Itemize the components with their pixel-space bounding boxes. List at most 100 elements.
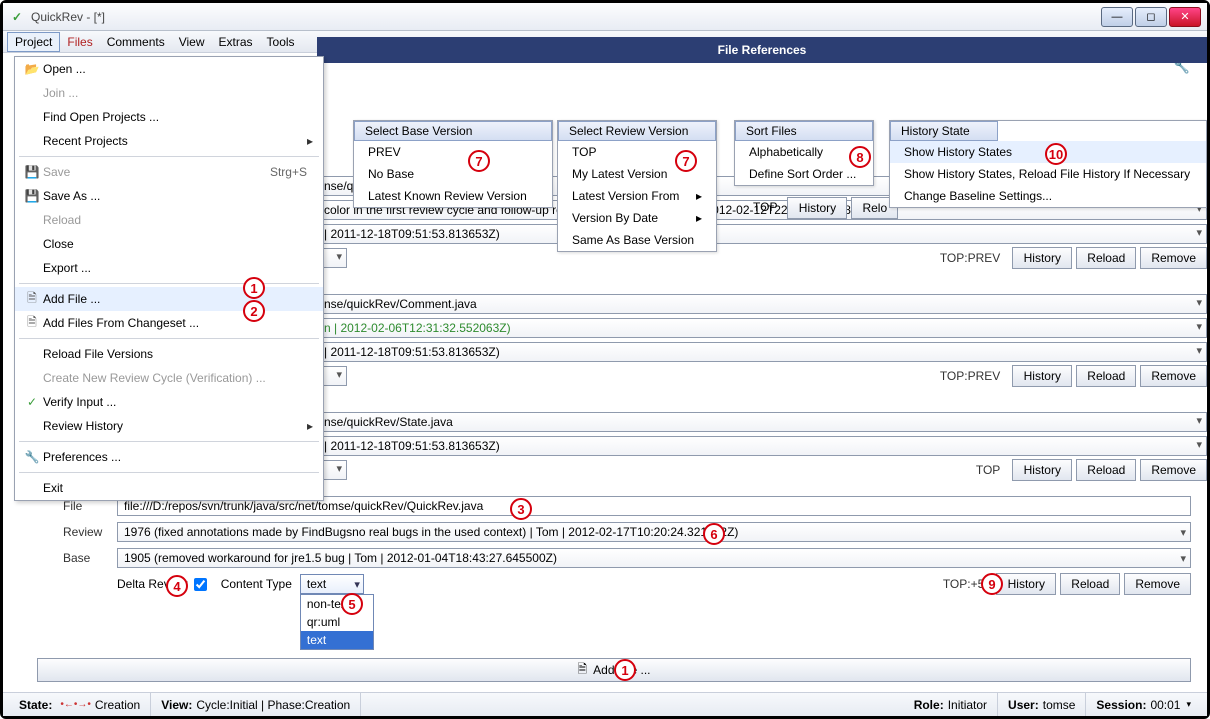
status-user: User:tomse: [998, 693, 1086, 716]
menu-reload-file-versions[interactable]: Reload File Versions: [15, 342, 323, 366]
chevron-right-icon: ▸: [696, 211, 702, 225]
chevron-down-icon[interactable]: ▾: [1186, 699, 1191, 710]
file-label: File: [63, 499, 117, 513]
documents-icon: 🗎: [21, 313, 43, 334]
menu-reload: Reload: [15, 208, 323, 232]
show-history-reload[interactable]: Show History States, Reload File History…: [890, 163, 1206, 185]
review-select[interactable]: 1976 (fixed annotations made by FindBugs…: [117, 522, 1191, 542]
history-state-popup: History State Show History States Show H…: [889, 120, 1207, 208]
sort-files-header[interactable]: Sort Files: [735, 121, 873, 141]
menu-comments[interactable]: Comments: [100, 33, 172, 51]
base-combo[interactable]: | 2011-12-18T09:51:53.813653Z): [317, 342, 1207, 362]
menu-preferences[interactable]: 🔧Preferences ...: [15, 445, 323, 469]
menu-view[interactable]: View: [172, 33, 212, 51]
file-block: nse/quickRev/Comment.java n | 2012-02-06…: [317, 293, 1207, 387]
file-path-combo[interactable]: nse/quickRev/Comment.java: [317, 294, 1207, 314]
change-baseline-settings[interactable]: Change Baseline Settings...: [890, 185, 1206, 207]
menu-recent-projects[interactable]: Recent Projects▸: [15, 129, 323, 153]
minimize-button[interactable]: —: [1101, 7, 1133, 27]
remove-button[interactable]: Remove: [1124, 573, 1191, 595]
base-latest-known[interactable]: Latest Known Review Version: [354, 185, 552, 207]
chevron-right-icon: ▸: [301, 134, 313, 148]
menu-save-as[interactable]: 💾Save As ...: [15, 184, 323, 208]
delta-review-checkbox[interactable]: [194, 578, 207, 591]
menu-add-files-changeset[interactable]: 🗎Add Files From Changeset ...: [15, 311, 323, 335]
status-bar: State:•←•→•Creation View:Cycle:Initial |…: [3, 692, 1207, 716]
select-base-version-header[interactable]: Select Base Version: [354, 121, 552, 141]
file-references-label: File References: [718, 43, 807, 57]
content-type-label: Content Type: [221, 577, 292, 591]
menu-files[interactable]: Files: [60, 33, 99, 51]
review-label: Review: [63, 525, 117, 539]
file-path-combo[interactable]: nse/quickRev/State.java: [317, 412, 1207, 432]
menu-export[interactable]: Export ...: [15, 256, 323, 280]
reload-button[interactable]: Reload: [1060, 573, 1120, 595]
menu-open[interactable]: 📂Open ...: [15, 57, 323, 81]
callout-7b: 7: [675, 150, 697, 172]
chevron-right-icon: ▸: [301, 419, 313, 433]
close-button[interactable]: ✕: [1169, 7, 1201, 27]
menu-close[interactable]: Close: [15, 232, 323, 256]
menu-verify-input[interactable]: ✓Verify Input ...: [15, 390, 323, 414]
document-icon: 🗎: [577, 660, 587, 681]
base-no-base[interactable]: No Base: [354, 163, 552, 185]
history-state-header[interactable]: History State: [890, 121, 998, 141]
document-icon: 🗎: [21, 289, 43, 310]
menu-add-file[interactable]: 🗎Add File ...: [15, 287, 323, 311]
ct-option-text[interactable]: text: [301, 631, 373, 649]
top-label: TOP: [954, 463, 1000, 477]
menu-tools[interactable]: Tools: [260, 33, 302, 51]
sort-define-order[interactable]: Define Sort Order ...: [735, 163, 873, 185]
top-label: TOP:+5: [938, 577, 984, 591]
callout-7a: 7: [468, 150, 490, 172]
callout-1: 1: [243, 277, 265, 299]
reload-button[interactable]: Reload: [1076, 247, 1136, 269]
review-combo[interactable]: n | 2012-02-06T12:31:32.552063Z): [317, 318, 1207, 338]
callout-9: 9: [981, 573, 1003, 595]
history-button[interactable]: History: [1012, 247, 1072, 269]
select-base-version-popup: Select Base Version PREV No Base Latest …: [353, 120, 553, 208]
base-select[interactable]: 1905 (removed workaround for jre1.5 bug …: [117, 548, 1191, 568]
maximize-button[interactable]: ◻: [1135, 7, 1167, 27]
base-label: Base: [63, 551, 117, 565]
select-review-version-popup: Select Review Version TOP My Latest Vers…: [557, 120, 717, 252]
window-controls: — ◻ ✕: [1101, 7, 1201, 27]
reload-button[interactable]: Reload: [1076, 459, 1136, 481]
review-combo[interactable]: | 2011-12-18T09:51:53.813653Z): [317, 436, 1207, 456]
callout-10: 10: [1045, 143, 1067, 165]
project-menu-dropdown: 📂Open ... Join ... Find Open Projects ..…: [14, 56, 324, 501]
menu-join: Join ...: [15, 81, 323, 105]
history-button[interactable]: History: [1012, 459, 1072, 481]
history-button[interactable]: History: [787, 197, 847, 219]
select-review-version-header[interactable]: Select Review Version: [558, 121, 716, 141]
content-type-select[interactable]: text: [300, 574, 364, 594]
review-same-as-base[interactable]: Same As Base Version: [558, 229, 716, 251]
remove-button[interactable]: Remove: [1140, 247, 1207, 269]
lower-form: File file:///D:/repos/svn/trunk/java/src…: [63, 495, 1191, 599]
file-references-header: File References: [317, 37, 1207, 63]
history-button[interactable]: History: [1012, 365, 1072, 387]
menu-project[interactable]: Project: [7, 32, 60, 52]
check-icon: ✓: [21, 395, 43, 409]
review-latest-from[interactable]: Latest Version From▸: [558, 185, 716, 207]
top-label: TOP:PREV: [940, 369, 1000, 383]
ct-option-qruml[interactable]: qr:uml: [301, 613, 373, 631]
remove-button[interactable]: Remove: [1140, 459, 1207, 481]
save-as-icon: 💾: [21, 189, 43, 203]
app-icon: ✓: [9, 9, 25, 25]
menu-extras[interactable]: Extras: [212, 33, 260, 51]
menu-exit[interactable]: Exit: [15, 476, 323, 500]
callout-4: 4: [166, 575, 188, 597]
file-block: nse/quickRev/State.java | 2011-12-18T09:…: [317, 411, 1207, 481]
base-combo[interactable]: | 2011-12-18T09:51:53.813653Z): [317, 224, 1207, 244]
menu-review-history[interactable]: Review History▸: [15, 414, 323, 438]
remove-button[interactable]: Remove: [1140, 365, 1207, 387]
reload-button[interactable]: Reload: [1076, 365, 1136, 387]
title-bar: ✓ QuickRev - [*] — ◻ ✕: [3, 3, 1207, 31]
menu-find-open-projects[interactable]: Find Open Projects ...: [15, 105, 323, 129]
status-view: View:Cycle:Initial | Phase:Creation: [151, 693, 361, 716]
callout-3: 3: [510, 498, 532, 520]
review-version-by-date[interactable]: Version By Date▸: [558, 207, 716, 229]
base-prev[interactable]: PREV: [354, 141, 552, 163]
history-button[interactable]: History: [996, 573, 1056, 595]
